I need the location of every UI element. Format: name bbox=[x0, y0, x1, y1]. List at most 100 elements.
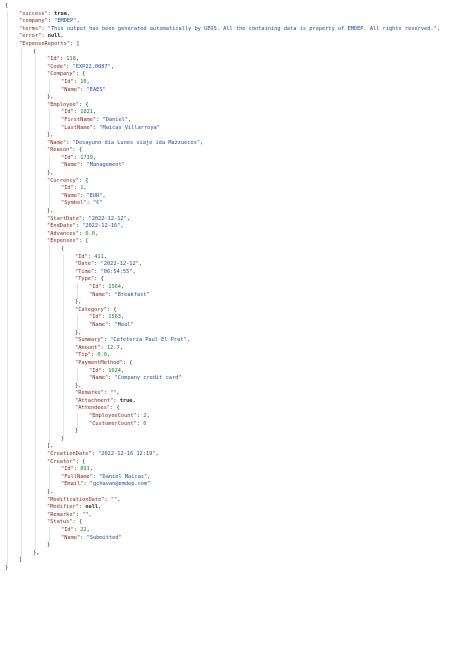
json-line: "Amount": 12.7, bbox=[0, 344, 474, 353]
json-key: "Remarks" bbox=[47, 511, 76, 518]
json-bracket[interactable]: { bbox=[5, 3, 8, 9]
indent-guide bbox=[21, 283, 22, 292]
json-value: 118 bbox=[66, 56, 76, 63]
indent-guide bbox=[63, 253, 64, 262]
json-bracket: } bbox=[5, 564, 9, 571]
indent-guide bbox=[35, 321, 36, 330]
json-bracket[interactable]: { bbox=[61, 246, 64, 252]
indent-guide bbox=[7, 428, 8, 436]
json-key: "Id" bbox=[61, 154, 74, 161]
json-value: "gchavan@emdep.com" bbox=[89, 481, 151, 488]
json-line-content: "Id": 1563, bbox=[89, 314, 125, 321]
json-line: }, bbox=[0, 299, 474, 307]
json-bracket[interactable]: { bbox=[82, 71, 85, 77]
json-value: "€" bbox=[92, 200, 103, 207]
indent-guide bbox=[63, 276, 64, 284]
json-line-content: ], bbox=[47, 443, 53, 451]
indent-guide bbox=[63, 337, 64, 345]
indent-guide bbox=[7, 177, 8, 186]
json-bracket: }, bbox=[47, 132, 54, 139]
json-line: "Id": 1624, bbox=[0, 367, 474, 376]
json-value: "" bbox=[82, 511, 89, 518]
indent-guide bbox=[7, 192, 8, 201]
json-value: true bbox=[54, 10, 67, 17]
indent-guide bbox=[21, 428, 22, 436]
json-key: "Creator" bbox=[47, 458, 76, 465]
json-line: "Id": 891, bbox=[0, 466, 474, 474]
indent-guide bbox=[63, 390, 64, 398]
indent-guide bbox=[7, 147, 8, 155]
json-line-content: "Email": "gchavan@emdep.com" bbox=[61, 481, 151, 488]
indent-guide bbox=[35, 253, 36, 262]
json-bracket[interactable]: { bbox=[117, 405, 120, 411]
json-bracket[interactable]: { bbox=[113, 307, 116, 313]
json-line-content: "Status": { bbox=[47, 519, 83, 526]
json-bracket[interactable]: { bbox=[85, 102, 88, 108]
json-bracket[interactable]: { bbox=[101, 276, 104, 282]
json-key: "FirstName" bbox=[61, 116, 97, 123]
indent-guide bbox=[35, 405, 36, 414]
json-bracket[interactable]: [ bbox=[76, 41, 79, 47]
json-line-content: "FirstName": "Daniel", bbox=[61, 116, 132, 123]
json-line: "Name": "Breakfast" bbox=[0, 291, 474, 300]
indent-guide bbox=[21, 451, 22, 459]
indent-guide bbox=[49, 435, 50, 444]
json-bracket[interactable]: { bbox=[79, 147, 82, 153]
json-line-content: "success": true, bbox=[19, 10, 71, 17]
json-line-content: "Symbol": "€" bbox=[61, 200, 103, 207]
json-bracket[interactable]: { bbox=[33, 49, 36, 55]
indent-guide bbox=[35, 534, 36, 543]
json-key: "EmployeeCount" bbox=[89, 413, 137, 420]
json-line-content: "Company": { bbox=[47, 71, 86, 78]
indent-guide bbox=[35, 192, 36, 201]
indent-guide bbox=[49, 466, 50, 474]
json-line-content: "Name": "Meal" bbox=[89, 321, 134, 328]
json-line-content: "Attachment": true, bbox=[75, 397, 136, 404]
json-line-content: "EndDate": "2022-12-16", bbox=[47, 223, 124, 230]
indent-guide bbox=[21, 458, 22, 467]
json-line: "CustomerCount": 0 bbox=[0, 420, 474, 429]
indent-guide bbox=[21, 496, 22, 505]
indent-guide bbox=[63, 299, 64, 307]
indent-guide bbox=[35, 86, 36, 95]
indent-guide bbox=[35, 481, 36, 489]
json-bracket[interactable]: { bbox=[79, 519, 82, 525]
indent-guide bbox=[7, 420, 8, 429]
indent-guide bbox=[7, 321, 8, 330]
indent-guide bbox=[49, 352, 50, 360]
indent-guide bbox=[7, 139, 8, 148]
json-value: "EXP22.0087" bbox=[72, 63, 111, 70]
json-line: "PaymentMethod": { bbox=[0, 359, 474, 368]
indent-guide bbox=[35, 504, 36, 512]
indent-guide bbox=[7, 116, 8, 125]
indent-guide bbox=[35, 268, 36, 277]
indent-guide bbox=[21, 276, 22, 284]
json-value: 2 bbox=[143, 413, 147, 420]
json-line-content: "Id": 1624, bbox=[89, 367, 125, 374]
json-bracket[interactable]: { bbox=[85, 178, 88, 184]
indent-guide bbox=[7, 48, 8, 57]
indent-guide bbox=[7, 94, 8, 102]
indent-guide bbox=[7, 18, 8, 26]
json-bracket[interactable]: [ bbox=[85, 238, 88, 244]
indent-guide bbox=[7, 246, 8, 254]
indent-guide bbox=[49, 344, 50, 353]
indent-guide bbox=[7, 208, 8, 216]
json-value: "2022-12-16" bbox=[82, 223, 121, 230]
indent-guide bbox=[63, 291, 64, 300]
json-key: "Id" bbox=[89, 283, 102, 290]
json-key: "Id" bbox=[47, 56, 60, 63]
json-bracket[interactable]: { bbox=[129, 360, 132, 366]
json-key: "Expenses" bbox=[47, 238, 79, 245]
json-value: "Meal" bbox=[114, 321, 134, 328]
indent-guide bbox=[21, 321, 22, 330]
indent-guide bbox=[63, 367, 64, 376]
json-bracket[interactable]: { bbox=[82, 459, 85, 465]
indent-guide bbox=[7, 283, 8, 292]
indent-guide bbox=[35, 519, 36, 527]
indent-guide bbox=[7, 405, 8, 414]
json-bracket: }, bbox=[47, 489, 54, 495]
indent-guide bbox=[21, 56, 22, 64]
indent-guide bbox=[77, 413, 78, 421]
json-value: 12.7 bbox=[106, 344, 120, 351]
